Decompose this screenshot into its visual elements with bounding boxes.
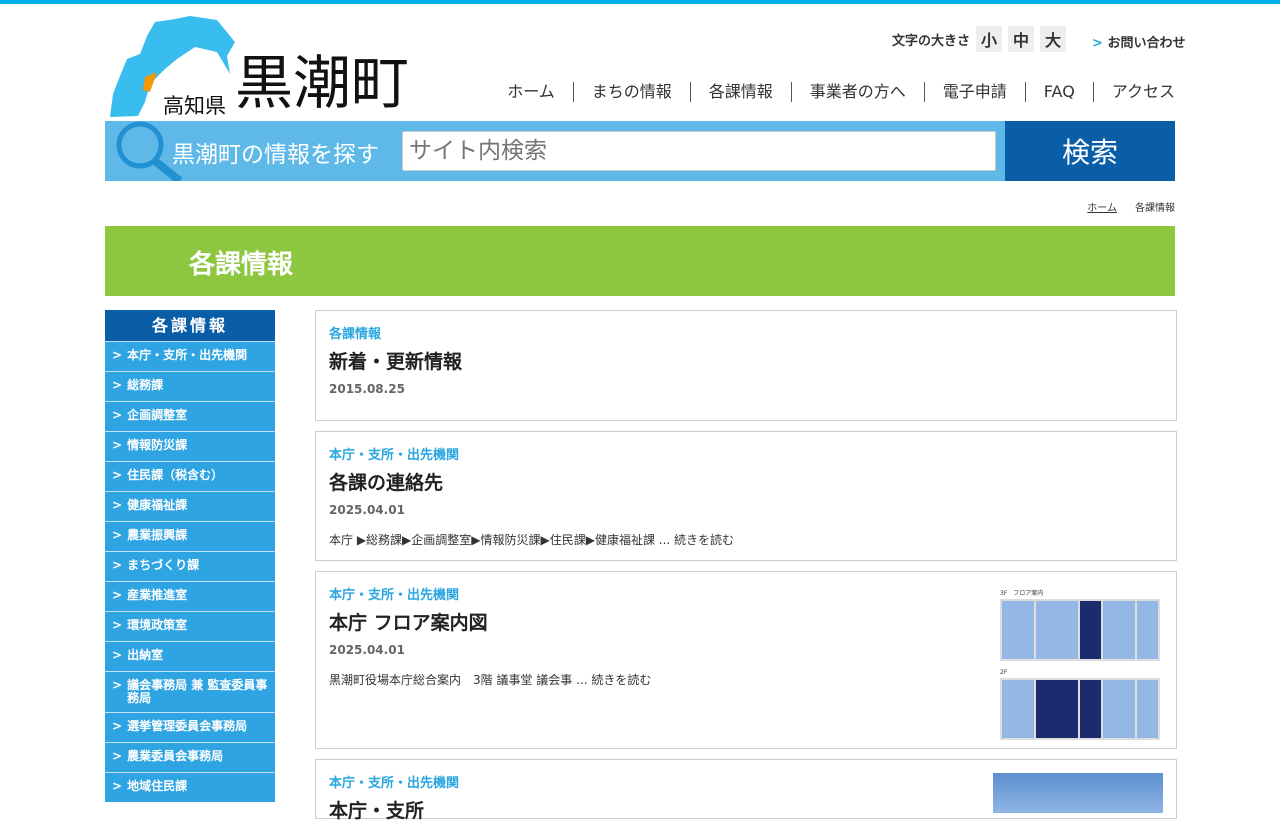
sidebar-item[interactable]: > 健康福祉課 (105, 491, 275, 521)
sidebar-item-label: まちづくり課 (127, 558, 200, 572)
search-input[interactable] (402, 131, 996, 171)
article-card[interactable]: 本庁・支所・出先機関 本庁・支所 (315, 759, 1177, 822)
chevron-right-icon: > (112, 378, 123, 392)
nav-home[interactable]: ホーム (489, 82, 573, 102)
sidebar-item-label: 議会事務局 兼 監査委員事務局 (127, 678, 268, 705)
article-category[interactable]: 本庁・支所・出先機関 (329, 444, 1163, 463)
sidebar-item[interactable]: > 産業推進室 (105, 581, 275, 611)
search-button[interactable]: 検索 (1005, 121, 1175, 181)
sidebar-item-label: 総務課 (127, 378, 164, 392)
sidebar-item[interactable]: > 選挙管理委員会事務局 (105, 712, 275, 742)
sidebar-item-label: 情報防災課 (127, 438, 188, 452)
sidebar-item-label: 出納室 (127, 648, 164, 662)
sidebar-item[interactable]: > 情報防災課 (105, 431, 275, 461)
search-bar: 黒潮町の情報を探す 検索 (105, 121, 1175, 181)
contact-link[interactable]: > お問い合わせ (1092, 32, 1185, 51)
contact-label: お問い合わせ (1107, 36, 1186, 51)
sidebar-item[interactable]: > 企画調整室 (105, 401, 275, 431)
site-logo[interactable]: 高知県 黒潮町 (105, 14, 415, 119)
sidebar-item-label: 産業推進室 (127, 588, 188, 602)
nav-faq[interactable]: FAQ (1024, 82, 1093, 102)
town-name: 黒潮町 (235, 49, 410, 117)
sidebar-item-label: 農業委員会事務局 (127, 749, 224, 763)
chevron-right-icon: > (112, 468, 123, 482)
nav-e-application[interactable]: 電子申請 (923, 82, 1025, 102)
breadcrumb: ホーム 各課情報 (1087, 199, 1175, 214)
article-summary[interactable]: 本庁 ▶総務課▶企画調整室▶情報防災課▶住民課▶健康福祉課 ... 続きを読む (329, 531, 1163, 548)
chevron-right-icon: > (112, 408, 123, 422)
article-title[interactable]: 新着・更新情報 (329, 347, 1163, 374)
sidebar-title: 各課情報 (105, 310, 275, 341)
font-size-label: 文字の大きさ (892, 33, 971, 49)
sidebar-item[interactable]: > 本庁・支所・出先機関 (105, 341, 275, 371)
search-label: 黒潮町の情報を探す (172, 142, 379, 168)
font-size-small[interactable]: 小 (976, 26, 1003, 52)
sidebar-item-label: 住民課（税含む） (127, 468, 224, 482)
sidebar-item[interactable]: > 農業振興課 (105, 521, 275, 551)
sidebar-item[interactable]: > 住民課（税含む） (105, 461, 275, 491)
sidebar-item-label: 地域住民課 (127, 779, 188, 793)
article-title[interactable]: 各課の連絡先 (329, 468, 1163, 495)
chevron-right-icon: > (112, 558, 123, 572)
font-size-large[interactable]: 大 (1040, 26, 1067, 52)
floor-3-label: 3F フロア案内 (1000, 590, 1044, 597)
floor-map-thumbnail[interactable]: 3F フロア案内 2F (1000, 586, 1160, 740)
article-card[interactable]: 本庁・支所・出先機関 各課の連絡先 2025.04.01 本庁 ▶総務課▶企画調… (315, 431, 1177, 561)
breadcrumb-home[interactable]: ホーム (1087, 203, 1117, 214)
sidebar-item-label: 健康福祉課 (127, 498, 188, 512)
article-photo[interactable] (993, 773, 1163, 813)
article-card[interactable]: 各課情報 新着・更新情報 2015.08.25 (315, 310, 1177, 421)
chevron-right-icon: > (112, 528, 123, 542)
chevron-right-icon: > (112, 678, 123, 692)
font-size-control: 文字の大きさ 小 中 大 (892, 26, 1067, 52)
chevron-right-icon: > (112, 749, 123, 763)
floor-2-label: 2F (1000, 669, 1008, 676)
nav-access[interactable]: アクセス (1092, 82, 1175, 102)
chevron-right-icon: > (112, 498, 123, 512)
sidebar-item[interactable]: > まちづくり課 (105, 551, 275, 581)
breadcrumb-current: 各課情報 (1135, 203, 1175, 214)
font-size-medium[interactable]: 中 (1008, 26, 1035, 52)
main-nav: ホーム まちの情報 各課情報 事業者の方へ 電子申請 FAQ アクセス (489, 82, 1175, 102)
prefecture-name: 高知県 (163, 94, 226, 118)
sidebar-item-label: 本庁・支所・出先機関 (127, 348, 248, 362)
chevron-right-icon: > (112, 588, 123, 602)
chevron-right-icon: > (112, 779, 123, 793)
sidebar-item-label: 企画調整室 (127, 408, 188, 422)
chevron-right-icon: > (112, 348, 123, 362)
sidebar: 各課情報 > 本庁・支所・出先機関 > 総務課 > 企画調整室 > 情報防災課 > 住民課（税含む… (105, 310, 275, 802)
sidebar-item[interactable]: > 出納室 (105, 641, 275, 671)
sidebar-item[interactable]: > 議会事務局 兼 監査委員事務局 (105, 671, 275, 712)
sidebar-item[interactable]: > 総務課 (105, 371, 275, 401)
sidebar-item[interactable]: > 地域住民課 (105, 772, 275, 802)
nav-business[interactable]: 事業者の方へ (790, 82, 924, 102)
article-date: 2025.04.01 (329, 503, 405, 517)
chevron-right-icon: > (112, 438, 123, 452)
article-card[interactable]: 本庁・支所・出先機関 本庁 フロア案内図 2025.04.01 黒潮町役場本庁総… (315, 571, 1177, 749)
nav-departments[interactable]: 各課情報 (689, 82, 791, 102)
sidebar-item-label: 環境政策室 (127, 618, 188, 632)
chevron-right-icon: > (112, 719, 123, 733)
sidebar-item-label: 選挙管理委員会事務局 (127, 719, 248, 733)
nav-town-info[interactable]: まちの情報 (572, 82, 690, 102)
page-title: 各課情報 (105, 226, 1175, 296)
article-category[interactable]: 各課情報 (329, 323, 1163, 342)
chevron-right-icon: > (112, 648, 123, 662)
sidebar-item-label: 農業振興課 (127, 528, 188, 542)
sidebar-item[interactable]: > 農業委員会事務局 (105, 742, 275, 772)
article-date: 2015.08.25 (329, 382, 405, 396)
chevron-right-icon: > (112, 618, 123, 632)
chevron-right-icon: > (1092, 36, 1103, 51)
sidebar-item[interactable]: > 環境政策室 (105, 611, 275, 641)
